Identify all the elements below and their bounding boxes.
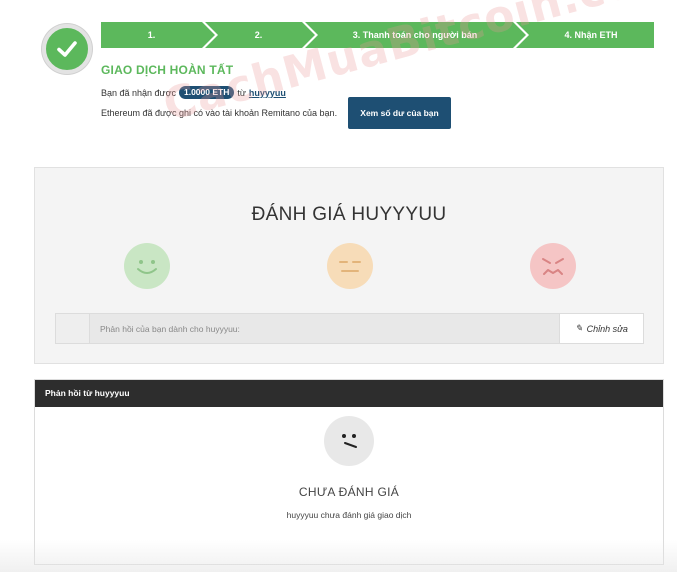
rating-panel: ĐÁNH GIÁ HUYYYUU ✎ Chỉnh sửa xyxy=(34,167,664,364)
step-2: 2. xyxy=(205,22,318,48)
from-word: từ xyxy=(237,87,246,98)
received-line: Bạn đã nhận được 1.0000 ETH từ huyyyuu xyxy=(101,86,286,99)
happy-face-icon[interactable] xyxy=(124,243,170,289)
seller-feedback-panel: Phản hồi từ huyyyuu CHƯA ĐÁNH GIÁ huyyyu… xyxy=(34,379,664,565)
sad-face-icon[interactable] xyxy=(530,243,576,289)
not-rated-status: CHƯA ĐÁNH GIÁ xyxy=(298,485,400,499)
neutral-face-icon[interactable] xyxy=(327,243,373,289)
unrated-face-icon xyxy=(324,416,374,466)
step-label: 4. Nhận ETH xyxy=(564,30,618,40)
feedback-addon xyxy=(56,314,90,343)
seller-feedback-header: Phản hồi từ huyyyuu xyxy=(35,380,663,407)
edit-button-label: Chỉnh sửa xyxy=(586,323,628,334)
rating-title: ĐÁNH GIÁ HUYYYUU xyxy=(251,204,447,225)
edit-feedback-button[interactable]: ✎ Chỉnh sửa xyxy=(559,314,643,343)
progress-steps: 1. 2. 3. Thanh toán cho người bán 4. Nhậ… xyxy=(101,22,654,48)
eth-amount-badge: 1.0000 ETH xyxy=(178,86,235,99)
view-balance-button[interactable]: Xem số dư của bạn xyxy=(348,97,451,129)
step-3: 3. Thanh toán cho người bán xyxy=(305,22,529,48)
feedback-input[interactable] xyxy=(90,314,559,343)
step-1: 1. xyxy=(101,22,218,48)
credited-text: Ethereum đã được ghi có vào tài khoản Re… xyxy=(101,108,338,118)
pencil-icon: ✎ xyxy=(575,323,583,333)
transaction-complete-title: GIAO DỊCH HOÀN TẤT xyxy=(101,63,234,77)
received-prefix: Bạn đã nhận được xyxy=(101,87,176,98)
step-label: 3. Thanh toán cho người bán xyxy=(352,30,478,40)
success-check-icon xyxy=(42,24,92,74)
seller-link[interactable]: huyyyuu xyxy=(249,88,286,98)
not-rated-subtext: huyyyuu chưa đánh giá giao dịch xyxy=(286,510,412,520)
step-label: 1. xyxy=(147,30,156,40)
step-label: 2. xyxy=(254,30,263,40)
feedback-input-group: ✎ Chỉnh sửa xyxy=(55,313,644,344)
step-4: 4. Nhận ETH xyxy=(516,22,654,48)
